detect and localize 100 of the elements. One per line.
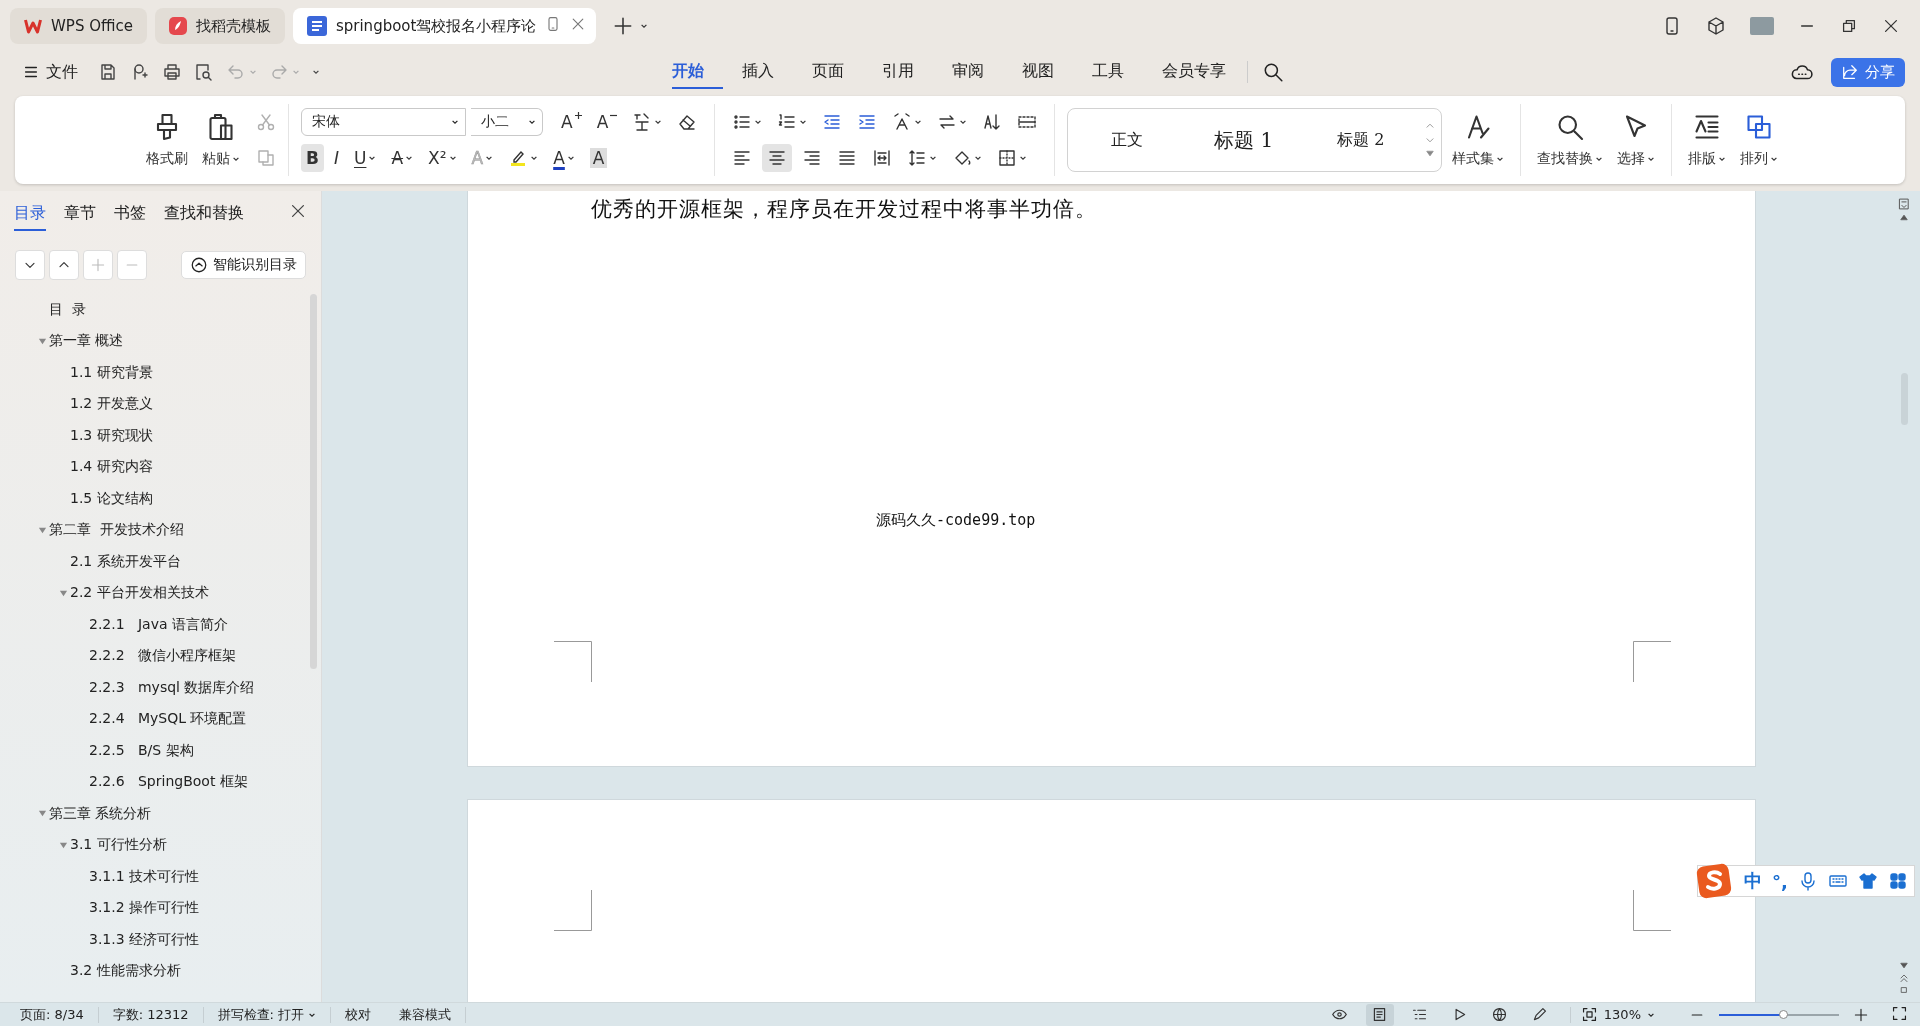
paste-button[interactable]: 粘贴 xyxy=(198,108,244,172)
shade-font-button[interactable]: A xyxy=(584,144,613,172)
grow-font-button[interactable]: A xyxy=(556,108,587,136)
toc-item[interactable]: 2.2.5 B/S 架构 xyxy=(89,741,194,760)
increase-indent-icon[interactable] xyxy=(857,112,878,132)
toc-item[interactable]: 3.1 可行性分析 xyxy=(70,836,167,855)
align-justify-icon[interactable] xyxy=(837,148,858,168)
toc-item[interactable]: 3.2 性能需求分析 xyxy=(70,962,181,981)
restore-icon[interactable] xyxy=(1840,17,1858,35)
toc-item[interactable]: 2.2.1 Java 语言简介 xyxy=(89,615,228,634)
bold-button[interactable]: B xyxy=(301,144,324,172)
input-mode-toggle[interactable]: 中 xyxy=(1744,869,1762,893)
align-center-icon[interactable] xyxy=(767,148,788,168)
align-distribute-icon[interactable] xyxy=(872,148,893,168)
expanded-arrow-icon[interactable] xyxy=(37,809,47,819)
caret-icon[interactable] xyxy=(405,154,414,162)
border-icon[interactable] xyxy=(997,148,1018,168)
caret-icon[interactable] xyxy=(1770,155,1779,163)
zoom-slider[interactable] xyxy=(1719,1013,1839,1016)
fit-page-icon[interactable] xyxy=(1580,1006,1598,1023)
font-name-dropdown[interactable]: 宋体 xyxy=(301,108,466,136)
toc-item[interactable]: 1.3 研究现状 xyxy=(70,426,153,445)
caret-icon[interactable] xyxy=(914,118,923,126)
caret-icon[interactable] xyxy=(451,118,459,126)
caret-icon[interactable] xyxy=(448,154,457,162)
shrink-font-button[interactable]: A xyxy=(591,108,623,136)
document-tab[interactable]: springboot驾校报名小程序论 xyxy=(292,8,597,44)
smile-circle-icon[interactable] xyxy=(190,256,208,274)
close-icon[interactable] xyxy=(1882,17,1900,35)
panel-tab[interactable]: 查找和替换 xyxy=(164,195,244,231)
clipboard-icon[interactable] xyxy=(206,112,236,142)
toc-item[interactable]: 2.2.3 mysql 数据库介绍 xyxy=(89,678,255,697)
caret-icon[interactable] xyxy=(1019,154,1028,162)
zoom-in-icon[interactable] xyxy=(1853,1006,1869,1023)
expanded-arrow-icon[interactable] xyxy=(58,588,68,598)
toc-item[interactable]: 2.2.6 SpringBoot 框架 xyxy=(89,773,248,792)
file-menu[interactable]: 文件 xyxy=(22,61,78,83)
underline-button[interactable]: U xyxy=(349,144,382,172)
menu-tab[interactable]: 工具 xyxy=(1073,55,1143,89)
layout-button[interactable]: 排版 xyxy=(1684,108,1731,172)
close-icon[interactable] xyxy=(289,202,307,220)
print-preview-icon[interactable] xyxy=(194,62,214,82)
caret-icon[interactable] xyxy=(528,118,536,126)
toc-item[interactable]: 第三章 系统分析 xyxy=(49,804,152,823)
align-right-icon[interactable] xyxy=(802,148,823,168)
toc-item[interactable]: 3.1.1 技术可行性 xyxy=(89,867,200,886)
bullet-list-icon[interactable] xyxy=(732,112,753,132)
punctuation-toggle[interactable]: °, xyxy=(1772,870,1788,892)
print-icon[interactable] xyxy=(162,62,182,82)
panel-tab[interactable]: 目录 xyxy=(14,195,46,231)
globe-icon[interactable] xyxy=(1491,1006,1509,1023)
pen-icon[interactable] xyxy=(1531,1006,1549,1023)
format-painter-button[interactable]: 格式刷 xyxy=(142,108,192,172)
toc-item[interactable]: 1.2 开发意义 xyxy=(70,395,153,414)
caret-icon[interactable] xyxy=(929,154,938,162)
caret-icon[interactable] xyxy=(640,22,649,30)
spell-check-dropdown[interactable]: 拼写检查: 打开 xyxy=(217,1006,332,1023)
toc-item[interactable]: 第二章 开发技术介绍 xyxy=(49,521,184,540)
expanded-arrow-icon[interactable] xyxy=(37,525,47,535)
expanded-arrow-icon[interactable] xyxy=(58,840,68,850)
search-icon[interactable] xyxy=(1262,61,1284,83)
menu-tab[interactable]: 引用 xyxy=(863,55,933,89)
toc-item[interactable]: 3.1.3 经济可行性 xyxy=(89,930,200,949)
search-icon[interactable] xyxy=(1555,112,1586,142)
panel-tab[interactable]: 书签 xyxy=(114,195,146,231)
strike-font-button[interactable]: A xyxy=(386,144,419,172)
style-option[interactable]: 标题 1 xyxy=(1185,126,1303,154)
align-center-button[interactable] xyxy=(762,144,793,172)
toc-item[interactable]: 1.1 研究背景 xyxy=(70,363,153,382)
caret-icon[interactable] xyxy=(654,118,663,126)
caret-icon[interactable] xyxy=(1718,155,1727,163)
toc-item[interactable]: 2.1 系统开发平台 xyxy=(70,552,181,571)
caret-icon[interactable] xyxy=(1496,155,1505,163)
caret-icon[interactable] xyxy=(566,154,575,162)
caret-icon[interactable] xyxy=(312,68,320,76)
find-replace-button[interactable]: 查找替换 xyxy=(1533,108,1608,172)
caret-icon[interactable] xyxy=(485,154,494,162)
zoom-slider-thumb[interactable] xyxy=(1778,1009,1788,1019)
caret-icon[interactable] xyxy=(799,118,808,126)
template-tab[interactable]: 找稻壳模板 xyxy=(154,8,285,44)
toc-item[interactable]: 2.2 平台开发相关技术 xyxy=(70,584,209,603)
cube-icon[interactable] xyxy=(1706,16,1726,36)
toc-item[interactable]: 3.1.2 操作可行性 xyxy=(89,899,200,918)
menu-tab[interactable]: 视图 xyxy=(1003,55,1073,89)
menu-tab[interactable]: 插入 xyxy=(723,55,793,89)
zoom-dropdown[interactable]: 130% xyxy=(1603,1006,1669,1023)
menu-tab[interactable]: 会员专享 xyxy=(1143,55,1245,89)
fullscreen-icon[interactable] xyxy=(1891,1004,1908,1022)
menu-tab[interactable]: 开始 xyxy=(672,55,723,89)
app-tab[interactable]: WPS Office xyxy=(10,8,147,44)
page-view-button[interactable] xyxy=(1365,1003,1394,1026)
input-method-logo[interactable] xyxy=(1694,862,1734,900)
save-icon[interactable] xyxy=(98,62,118,82)
arrange-button[interactable]: 排列 xyxy=(1736,108,1783,172)
caret-icon[interactable] xyxy=(232,155,240,163)
share-icon[interactable] xyxy=(1841,63,1859,81)
caret-icon[interactable] xyxy=(530,154,539,162)
toc-item[interactable]: 1.4 研究内容 xyxy=(70,458,153,477)
toc-item[interactable]: 目 录 xyxy=(49,300,86,319)
page-up-icon[interactable] xyxy=(1898,972,1910,984)
